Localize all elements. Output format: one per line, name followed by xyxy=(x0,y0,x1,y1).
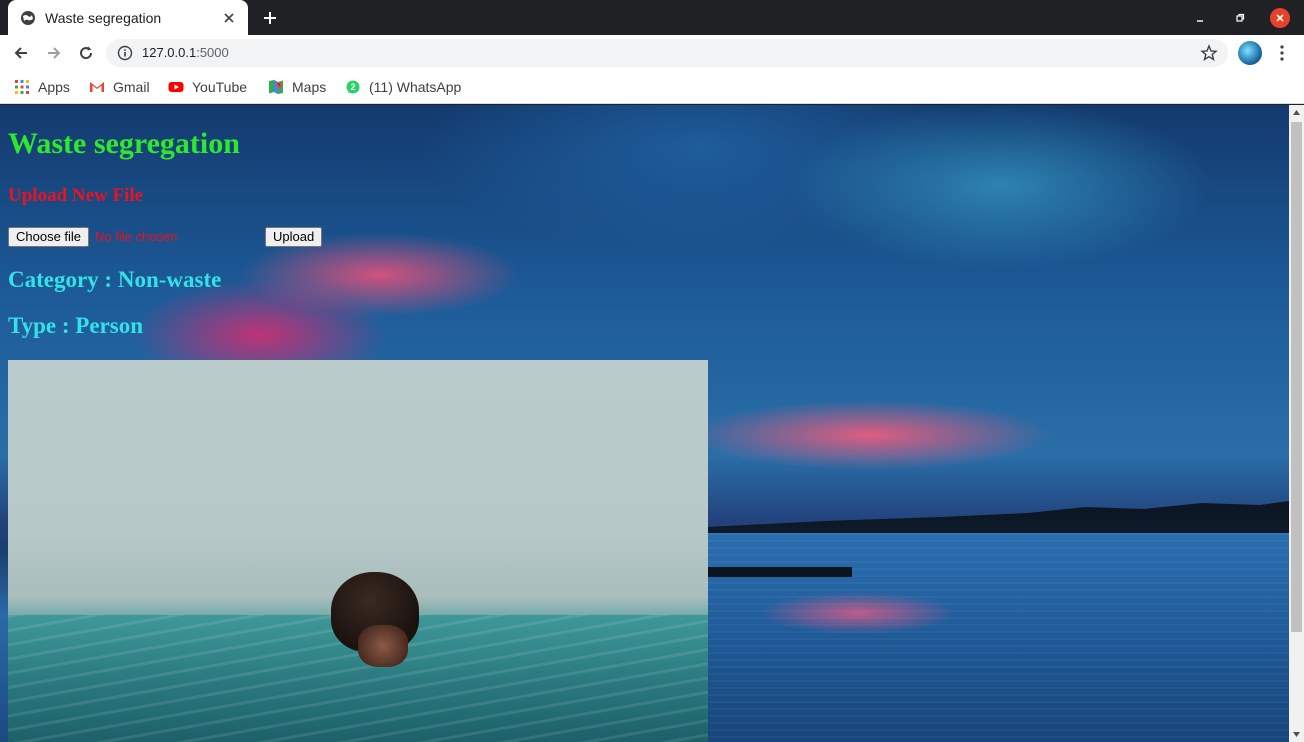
type-result: Type : Person xyxy=(8,313,144,338)
choose-file-button[interactable]: Choose file xyxy=(8,227,90,247)
background-treeline xyxy=(708,501,1289,535)
upload-heading: Upload New File xyxy=(8,185,144,206)
bookmark-whatsapp[interactable]: 2 (11) WhatsApp xyxy=(345,77,461,97)
upload-form: Choose file No file chosen Upload xyxy=(8,227,328,247)
globe-icon xyxy=(21,10,35,25)
close-icon[interactable] xyxy=(219,8,239,28)
gmail-icon xyxy=(90,82,104,92)
background-lake xyxy=(708,533,1289,742)
plus-icon[interactable] xyxy=(259,7,281,29)
page-scrollbar[interactable] xyxy=(1289,105,1304,742)
restore-icon[interactable] xyxy=(1230,8,1250,28)
url-text: 127.0.0.1:5000 xyxy=(142,45,229,60)
bookmarks-bar: Apps Gmail YouTube Maps 2 (11) WhatsApp xyxy=(0,70,1304,104)
uploaded-image xyxy=(8,360,708,742)
maps-icon xyxy=(269,80,283,94)
bookmark-maps[interactable]: Maps xyxy=(268,77,326,97)
upload-button[interactable]: Upload xyxy=(265,227,323,247)
svg-text:2: 2 xyxy=(350,82,355,92)
scroll-down-arrow-icon[interactable] xyxy=(1289,727,1304,742)
bookmark-label: Gmail xyxy=(113,79,150,95)
url-port: :5000 xyxy=(196,45,229,60)
bookmark-apps[interactable]: Apps xyxy=(14,77,70,97)
profile-avatar[interactable] xyxy=(1238,41,1262,65)
bookmark-label: Apps xyxy=(38,79,70,95)
bookmark-label: (11) WhatsApp xyxy=(369,79,462,95)
tab-title: Waste segregation xyxy=(45,9,162,26)
youtube-icon xyxy=(168,82,184,92)
category-result: Category : Non-waste xyxy=(8,267,222,292)
image-swimmer-face xyxy=(358,625,408,667)
scroll-up-arrow-icon[interactable] xyxy=(1289,105,1304,120)
bookmark-gmail[interactable]: Gmail xyxy=(89,77,150,97)
page-title: Waste segregation xyxy=(8,127,240,160)
file-status-text: No file chosen xyxy=(95,229,178,244)
forward-icon[interactable] xyxy=(41,40,67,66)
info-icon[interactable] xyxy=(117,45,133,61)
star-icon[interactable] xyxy=(1200,44,1218,62)
browser-tab[interactable]: Waste segregation xyxy=(8,0,248,35)
browser-toolbar: 127.0.0.1:5000 xyxy=(0,35,1304,70)
reload-icon[interactable] xyxy=(73,40,99,66)
scrollbar-thumb[interactable] xyxy=(1291,122,1302,632)
bookmark-label: YouTube xyxy=(192,79,248,95)
address-bar[interactable]: 127.0.0.1:5000 xyxy=(106,39,1228,67)
window-close-icon[interactable] xyxy=(1270,8,1290,28)
back-icon[interactable] xyxy=(8,40,34,66)
bookmark-youtube[interactable]: YouTube xyxy=(168,77,247,97)
whatsapp-icon: 2 xyxy=(346,80,360,94)
minimize-icon[interactable] xyxy=(1190,8,1210,28)
tab-strip: Waste segregation xyxy=(0,0,1304,35)
url-host: 127.0.0.1 xyxy=(142,45,197,60)
background-dock xyxy=(708,567,852,577)
page-viewport: Waste segregation Upload New File Choose… xyxy=(0,105,1289,742)
bookmark-label: Maps xyxy=(292,79,327,95)
apps-grid-icon xyxy=(15,80,29,94)
kebab-menu-icon[interactable] xyxy=(1274,43,1290,63)
